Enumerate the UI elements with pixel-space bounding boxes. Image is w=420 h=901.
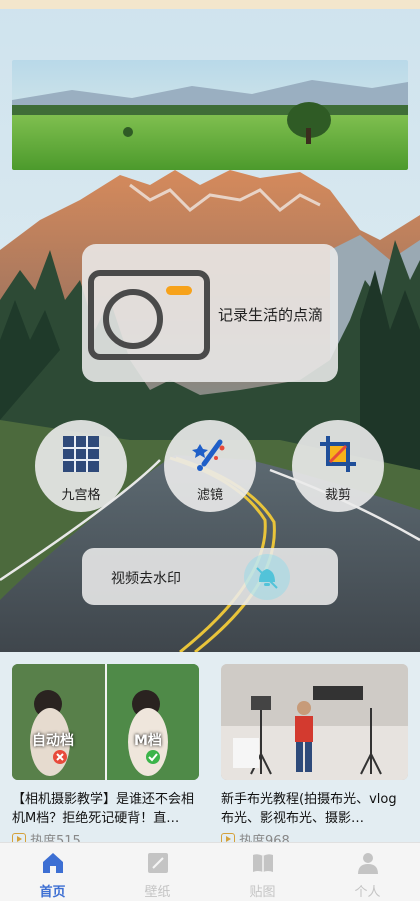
crop-button[interactable]: 裁剪: [292, 420, 384, 512]
camera-icon: [88, 270, 210, 360]
grid-button[interactable]: 九宫格: [35, 420, 127, 512]
sticker-book-icon: [252, 854, 273, 872]
grid-label: 九宫格: [61, 488, 101, 503]
bottom-nav: 首页 壁纸 贴图 个人: [0, 842, 420, 901]
status-strip: [0, 0, 420, 9]
nav-sticker-label: 贴图: [249, 885, 276, 900]
feed-thumbnail[interactable]: [221, 664, 408, 780]
crop-icon: [320, 436, 356, 472]
home-icon: [42, 853, 63, 873]
feed-card[interactable]: 新手布光教程(拍摄布光、vlog布光、影视布光、摄影… 热度968: [221, 664, 408, 849]
person-icon: [357, 853, 378, 874]
feed-card-title[interactable]: 【相机摄影教学】是谁还不会相机M档？拒绝死记硬背！直…: [12, 790, 199, 828]
feed-thumbnail[interactable]: 自动档 M档: [12, 664, 199, 780]
nav-wallpaper[interactable]: 壁纸: [105, 843, 210, 901]
filter-button[interactable]: 滤镜: [164, 420, 256, 512]
thumb-left-label: 自动档: [32, 733, 74, 749]
nav-profile[interactable]: 个人: [315, 843, 420, 901]
video-watermark-label: 视频去水印: [111, 571, 181, 587]
wallpaper-icon: [147, 853, 168, 873]
nav-wallpaper-label: 壁纸: [144, 885, 171, 900]
thumb-right-label: M档: [134, 733, 162, 749]
feed-card[interactable]: 自动档 M档 【相机摄影教学】是谁还不会相机M档？拒绝死记硬背！直… 热度515: [12, 664, 199, 849]
filter-label: 滤镜: [196, 488, 223, 503]
nav-sticker[interactable]: 贴图: [210, 843, 315, 901]
video-watermark-card[interactable]: 视频去水印: [82, 548, 338, 605]
watermark-eraser-icon: [244, 554, 290, 600]
feed-card-title[interactable]: 新手布光教程(拍摄布光、vlog布光、影视布光、摄影…: [221, 790, 408, 828]
magic-wand-icon: [192, 439, 225, 471]
nav-home[interactable]: 首页: [0, 843, 105, 901]
nav-profile-label: 个人: [354, 885, 381, 900]
nav-home-label: 首页: [39, 885, 66, 900]
video-feed: 自动档 M档 【相机摄影教学】是谁还不会相机M档？拒绝死记硬背！直… 热度515: [0, 652, 420, 849]
banner-image[interactable]: [12, 60, 408, 170]
crop-label: 裁剪: [324, 488, 351, 503]
grid-icon: [63, 436, 99, 472]
camera-card-label: 记录生活的点滴: [218, 306, 324, 324]
camera-card[interactable]: 记录生活的点滴: [82, 244, 338, 382]
